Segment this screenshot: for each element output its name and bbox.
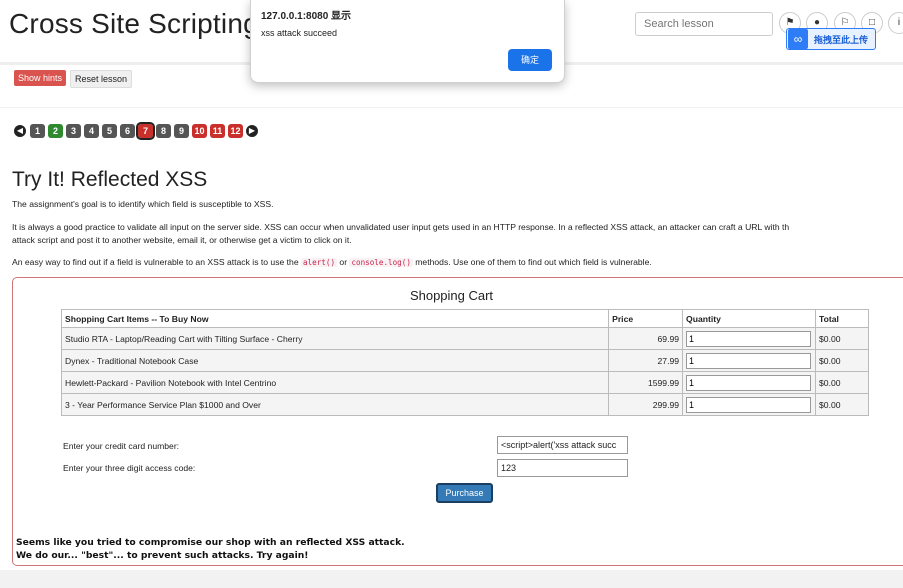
item-name: 3 - Year Performance Service Plan $1000 … — [60, 393, 610, 416]
page-link-7-current[interactable]: 7 — [136, 122, 155, 140]
page-link-8[interactable]: 8 — [156, 124, 171, 138]
search-input[interactable] — [635, 12, 773, 36]
page-link-2[interactable]: 2 — [48, 124, 63, 138]
table-row: Hewlett-Packard - Pavilion Notebook with… — [60, 371, 869, 394]
col-header-items: Shopping Cart Items -- To Buy Now — [60, 309, 610, 328]
footer-strip — [0, 570, 903, 588]
page-title: Cross Site Scripting — [9, 8, 259, 39]
credit-card-field[interactable]: <script>alert('xss attack succ — [497, 436, 628, 454]
p3-text-post: methods. Use one of them to find out whi… — [412, 257, 652, 267]
page-link-5[interactable]: 5 — [102, 124, 117, 138]
alert-code: alert() — [301, 258, 338, 267]
quantity-cell — [682, 371, 817, 394]
quantity-cell — [682, 393, 817, 416]
alert-message: xss attack succeed — [261, 28, 338, 38]
item-name: Hewlett-Packard - Pavilion Notebook with… — [60, 371, 610, 394]
lesson-paragraph-2b: attack script and post it to another web… — [12, 235, 352, 245]
cart-table: Shopping Cart Items -- To Buy Now Price … — [60, 309, 869, 416]
purchase-button[interactable]: Purchase — [436, 483, 493, 503]
console-log-code: console.log() — [349, 258, 413, 267]
item-price: 1599.99 — [608, 371, 684, 394]
item-price: 27.99 — [608, 349, 684, 372]
col-header-quantity: Quantity — [682, 309, 817, 328]
quantity-cell — [682, 349, 817, 372]
table-row: Dynex - Traditional Notebook Case 27.99 … — [60, 349, 869, 372]
toolbar-divider — [0, 107, 903, 108]
prev-page-icon[interactable]: ◀ — [14, 125, 26, 137]
quantity-input[interactable] — [686, 352, 812, 369]
cart-header-row: Shopping Cart Items -- To Buy Now Price … — [60, 309, 869, 328]
feedback-line-1: Seems like you tried to compromise our s… — [16, 537, 405, 548]
show-hints-button[interactable]: Show hints — [14, 70, 67, 86]
page-link-11[interactable]: 11 — [210, 124, 225, 138]
access-code-label: Enter your three digit access code: — [63, 463, 196, 473]
page-link-1[interactable]: 1 — [30, 124, 45, 138]
table-row: 3 - Year Performance Service Plan $1000 … — [60, 393, 869, 416]
cloud-link-icon: ∞ — [788, 29, 808, 49]
item-total: $0.00 — [815, 349, 869, 372]
alert-ok-button[interactable]: 确定 — [508, 49, 552, 71]
lesson-title: Try It! Reflected XSS — [12, 168, 208, 191]
item-total: $0.00 — [815, 327, 869, 350]
lesson-pagination: ◀ 1 2 3 4 5 6 7 8 9 10 11 12 ▶ — [14, 122, 262, 140]
col-header-price: Price — [608, 309, 684, 328]
alert-dialog: 127.0.0.1:8080 显示 xss attack succeed 确定 — [250, 0, 565, 83]
feedback-line-2: We do our... "best"... to prevent such a… — [16, 550, 309, 561]
cart-title: Shopping Cart — [409, 288, 494, 303]
next-page-icon[interactable]: ▶ — [246, 125, 258, 137]
access-code-field[interactable]: 123 — [497, 459, 628, 477]
col-header-total: Total — [815, 309, 869, 328]
lesson-paragraph-2a: It is always a good practice to validate… — [12, 222, 790, 232]
lesson-paragraph-1: The assignment's goal is to identify whi… — [12, 199, 274, 209]
p3-text-pre: An easy way to find out if a field is vu… — [12, 257, 302, 267]
lesson-paragraph-3: An easy way to find out if a field is vu… — [12, 256, 903, 269]
page-link-10[interactable]: 10 — [192, 124, 207, 138]
item-name: Dynex - Traditional Notebook Case — [60, 349, 610, 372]
item-total: $0.00 — [815, 393, 869, 416]
page-link-3[interactable]: 3 — [66, 124, 81, 138]
quantity-cell — [682, 327, 817, 350]
p3-text-mid: or — [337, 257, 350, 267]
alert-title: 127.0.0.1:8080 显示 — [261, 11, 352, 22]
page: Cross Site Scripting ⚑ ● ⚐ □ i ∞ 拖拽至此上传 … — [0, 0, 903, 588]
page-link-6[interactable]: 6 — [120, 124, 135, 138]
upload-label: 拖拽至此上传 — [814, 34, 869, 45]
table-row: Studio RTA - Laptop/Reading Cart with Ti… — [60, 327, 869, 350]
reset-lesson-button[interactable]: Reset lesson — [70, 70, 133, 88]
page-link-4[interactable]: 4 — [84, 124, 99, 138]
item-price: 69.99 — [608, 327, 684, 350]
item-price: 299.99 — [608, 393, 684, 416]
quantity-input[interactable] — [686, 330, 812, 347]
info-icon[interactable]: i — [888, 12, 903, 34]
page-link-9[interactable]: 9 — [174, 124, 189, 138]
credit-card-label: Enter your credit card number: — [63, 441, 180, 451]
upload-badge[interactable]: ∞ 拖拽至此上传 — [786, 28, 876, 50]
item-name: Studio RTA - Laptop/Reading Cart with Ti… — [60, 327, 610, 350]
item-total: $0.00 — [815, 371, 869, 394]
quantity-input[interactable] — [686, 396, 812, 413]
page-link-12[interactable]: 12 — [228, 124, 243, 138]
quantity-input[interactable] — [686, 374, 812, 391]
